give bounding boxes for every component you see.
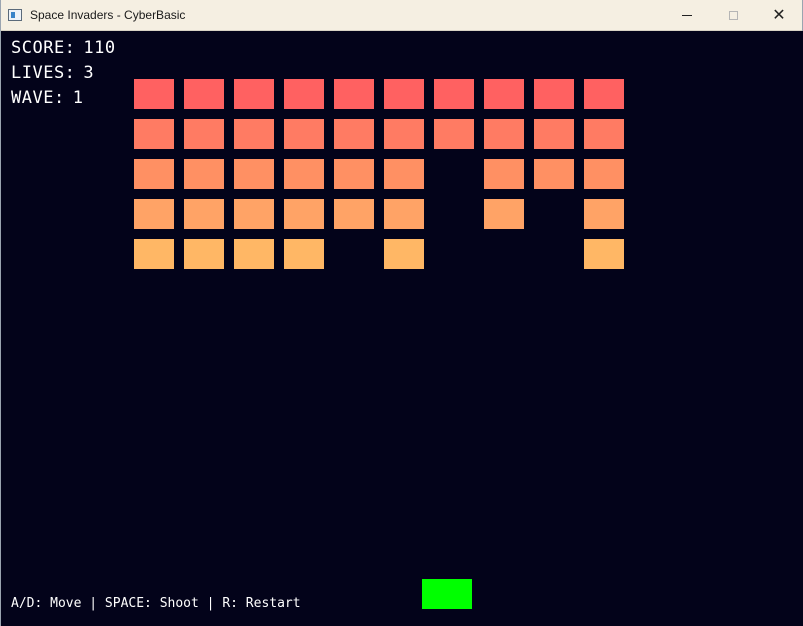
invader bbox=[134, 79, 174, 109]
invader bbox=[134, 119, 174, 149]
invader bbox=[584, 239, 624, 269]
invader bbox=[584, 119, 624, 149]
invader bbox=[534, 79, 574, 109]
invader bbox=[334, 119, 374, 149]
invader bbox=[384, 119, 424, 149]
invader bbox=[234, 239, 274, 269]
title-bar[interactable]: Space Invaders - CyberBasic ✕ bbox=[1, 0, 802, 31]
invader bbox=[184, 159, 224, 189]
controls-help: A/D: Move | SPACE: Shoot | R: Restart bbox=[11, 596, 301, 611]
window-controls: ✕ bbox=[664, 0, 802, 30]
invader bbox=[134, 199, 174, 229]
invader bbox=[184, 119, 224, 149]
invader bbox=[234, 119, 274, 149]
app-icon bbox=[8, 9, 22, 21]
score-value: 110 bbox=[83, 38, 116, 58]
invader bbox=[434, 79, 474, 109]
invader bbox=[334, 199, 374, 229]
invader bbox=[234, 159, 274, 189]
game-canvas[interactable]: SCORE: 110 LIVES: 3 WAVE: 1 A/D: Move | … bbox=[2, 31, 803, 626]
invader bbox=[234, 79, 274, 109]
hud-score: SCORE: 110 bbox=[11, 38, 116, 58]
invader bbox=[134, 239, 174, 269]
invader bbox=[534, 119, 574, 149]
invader bbox=[384, 159, 424, 189]
invader bbox=[584, 199, 624, 229]
lives-label: LIVES: bbox=[11, 63, 76, 83]
player-ship bbox=[422, 579, 472, 609]
invader bbox=[484, 159, 524, 189]
invader bbox=[184, 79, 224, 109]
invader bbox=[284, 239, 324, 269]
invader bbox=[334, 79, 374, 109]
invader bbox=[484, 199, 524, 229]
minimize-icon bbox=[682, 14, 692, 16]
window-title: Space Invaders - CyberBasic bbox=[30, 8, 186, 22]
close-icon: ✕ bbox=[772, 5, 786, 24]
game-window: Space Invaders - CyberBasic ✕ SCORE: 110… bbox=[0, 0, 803, 626]
maximize-icon bbox=[728, 10, 738, 20]
invader bbox=[184, 199, 224, 229]
invader bbox=[184, 239, 224, 269]
invader bbox=[484, 79, 524, 109]
score-label: SCORE: bbox=[11, 38, 76, 58]
invader bbox=[484, 119, 524, 149]
maximize-button[interactable] bbox=[710, 0, 756, 30]
invader bbox=[134, 159, 174, 189]
invader bbox=[234, 199, 274, 229]
wave-label: WAVE: bbox=[11, 88, 65, 108]
invader bbox=[284, 159, 324, 189]
minimize-button[interactable] bbox=[664, 0, 710, 30]
invader bbox=[384, 239, 424, 269]
invader bbox=[284, 199, 324, 229]
invader bbox=[534, 159, 574, 189]
wave-value: 1 bbox=[72, 88, 84, 108]
invader bbox=[284, 79, 324, 109]
invader bbox=[334, 159, 374, 189]
invader bbox=[584, 159, 624, 189]
invader bbox=[434, 119, 474, 149]
close-button[interactable]: ✕ bbox=[756, 0, 802, 30]
hud-lives: LIVES: 3 bbox=[11, 63, 94, 83]
invader bbox=[284, 119, 324, 149]
invader bbox=[584, 79, 624, 109]
invader bbox=[384, 199, 424, 229]
lives-value: 3 bbox=[83, 63, 95, 83]
invader bbox=[384, 79, 424, 109]
hud-wave: WAVE: 1 bbox=[11, 88, 83, 108]
